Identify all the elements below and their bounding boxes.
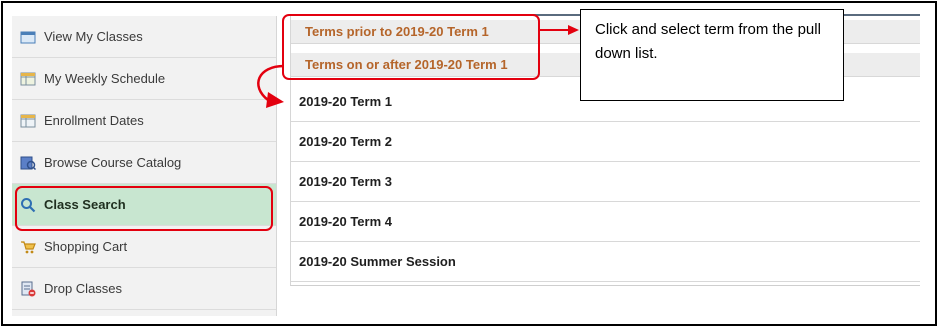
callout-text: Click and select term from the pull down…	[595, 21, 821, 62]
sidebar-item-label: Browse Course Catalog	[44, 155, 182, 170]
sidebar-item-label: View My Classes	[44, 29, 143, 44]
sidebar-item-label: My Weekly Schedule	[44, 71, 166, 86]
term-option[interactable]: 2019-20 Summer Session	[291, 242, 920, 282]
sidebar-item-label: Enrollment Dates	[44, 113, 144, 128]
term-option[interactable]: 2019-20 Term 4	[291, 202, 920, 242]
sidebar-item-drop-classes[interactable]: Drop Classes	[12, 268, 276, 310]
term-groups-highlight	[282, 14, 540, 80]
sidebar: View My Classes My Weekly Schedule Enrol…	[12, 16, 277, 316]
sidebar-item-enrollment-dates[interactable]: Enrollment Dates	[12, 100, 276, 142]
instruction-callout: Click and select term from the pull down…	[580, 9, 844, 101]
drop-classes-icon	[20, 281, 36, 297]
calendar-icon	[20, 29, 36, 45]
sidebar-item-view-my-classes[interactable]: View My Classes	[12, 16, 276, 58]
shopping-cart-icon	[20, 239, 36, 255]
sidebar-item-label: Shopping Cart	[44, 239, 128, 254]
term-option[interactable]: 2019-20 Term 3	[291, 162, 920, 202]
sidebar-item-my-weekly-schedule[interactable]: My Weekly Schedule	[12, 58, 276, 100]
sidebar-item-shopping-cart[interactable]: Shopping Cart	[12, 226, 276, 268]
term-option[interactable]: 2019-20 Term 2	[291, 122, 920, 162]
weekly-schedule-icon	[20, 71, 36, 87]
enrollment-dates-icon	[20, 113, 36, 129]
sidebar-item-browse-course-catalog[interactable]: Browse Course Catalog	[12, 142, 276, 184]
class-search-highlight	[15, 186, 273, 231]
sidebar-item-label: Drop Classes	[44, 281, 123, 296]
catalog-icon	[20, 155, 36, 171]
